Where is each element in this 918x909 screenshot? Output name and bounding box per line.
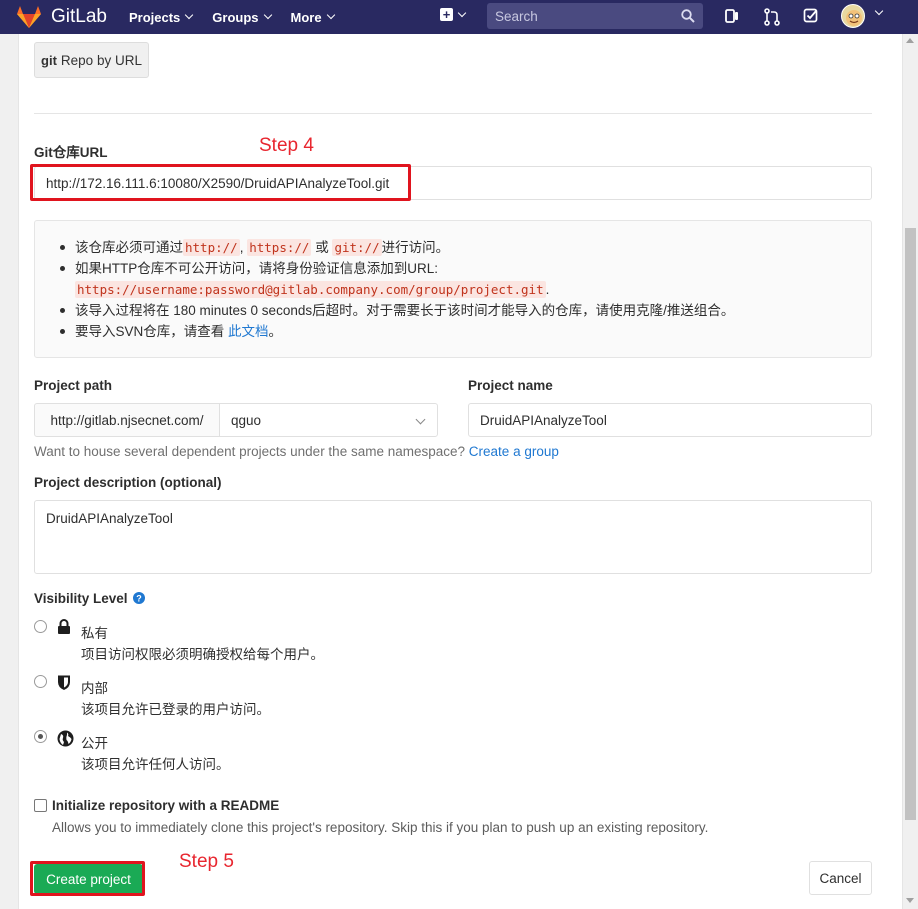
git-icon: git <box>41 52 57 68</box>
visibility-public-radio[interactable] <box>34 730 47 743</box>
git-url-label: Git仓库URL <box>34 145 108 160</box>
info-item-auth-url: https://username:password@gitlab.company… <box>75 281 550 298</box>
chevron-down-icon[interactable] <box>874 6 884 16</box>
chevron-down-icon <box>185 10 194 20</box>
info-item-protocols: 该仓库必须可通过 http://, https:// 或 git://进行访问。 <box>60 237 871 258</box>
namespace-value: qguo <box>231 412 262 428</box>
gitlab-home-link[interactable]: GitLab <box>16 5 107 29</box>
visibility-private-radio[interactable] <box>34 620 47 633</box>
nav-more-label: More <box>290 9 322 25</box>
nav-groups[interactable]: Groups <box>212 9 272 25</box>
merge-request-icon[interactable] <box>764 8 780 26</box>
gitlab-logo-icon <box>17 6 41 28</box>
nav-groups-label: Groups <box>212 9 259 25</box>
project-name-label: Project name <box>468 378 553 393</box>
plus-icon: + <box>440 8 453 21</box>
cancel-button[interactable]: Cancel <box>809 861 872 895</box>
info-item-timeout: 该导入过程将在 180 minutes 0 seconds后超时。对于需要长于该… <box>60 300 871 321</box>
description-label: Project description (optional) <box>34 475 222 490</box>
readme-checkbox[interactable] <box>34 799 47 812</box>
shield-icon <box>58 675 70 690</box>
visibility-internal-desc: 该项目允许已登录的用户访问。 <box>81 702 270 717</box>
avatar-face-icon <box>846 10 862 26</box>
namespace-help: Want to house several dependent projects… <box>34 444 559 459</box>
help-icon[interactable]: ? <box>133 592 146 604</box>
user-avatar[interactable] <box>841 4 865 28</box>
visibility-public-desc: 该项目允许任何人访问。 <box>81 757 230 772</box>
search-input[interactable]: Search <box>487 3 703 29</box>
step5-annotation: Step 5 <box>179 851 234 872</box>
section-divider <box>34 113 872 114</box>
chevron-down-icon <box>457 8 467 17</box>
nav-more[interactable]: More <box>290 9 335 25</box>
project-path-prefix: http://gitlab.njsecnet.com/ <box>34 403 220 437</box>
step4-highlight-box <box>30 164 411 201</box>
scroll-down-arrow-icon[interactable] <box>906 898 914 903</box>
namespace-select[interactable]: qguo <box>219 403 438 437</box>
lock-icon <box>58 619 70 634</box>
visibility-private-desc: 项目访问权限必须明确授权给每个用户。 <box>81 647 324 662</box>
todos-sidebar-icon[interactable] <box>724 8 740 24</box>
repo-by-url-label: Repo by URL <box>60 52 142 68</box>
visibility-label-text: Visibility Level <box>34 591 128 606</box>
chevron-down-icon <box>326 10 335 20</box>
scrollbar-thumb[interactable] <box>905 228 916 820</box>
import-info-box: 该仓库必须可通过 http://, https:// 或 git://进行访问。 … <box>34 220 872 358</box>
repo-by-url-button[interactable]: git Repo by URL <box>34 42 149 78</box>
create-group-link[interactable]: Create a group <box>469 444 559 459</box>
main-menu: Projects Groups More <box>129 10 354 25</box>
project-name-value: DruidAPIAnalyzeTool <box>480 412 607 428</box>
brand-name: GitLab <box>51 6 107 27</box>
visibility-internal-radio[interactable] <box>34 675 47 688</box>
step4-annotation: Step 4 <box>259 135 314 156</box>
nav-projects[interactable]: Projects <box>128 9 194 25</box>
namespace-help-text: Want to house several dependent projects… <box>34 444 466 459</box>
project-name-input[interactable]: DruidAPIAnalyzeTool <box>468 403 872 437</box>
visibility-level-label: Visibility Level ? <box>34 591 146 606</box>
svn-docs-link[interactable]: 此文档 <box>228 324 269 339</box>
info-item-svn: 要导入SVN仓库，请查看 此文档。 <box>60 321 871 342</box>
globe-icon <box>57 730 74 747</box>
visibility-public-title: 公开 <box>81 736 108 751</box>
search-icon <box>681 9 695 23</box>
chevron-down-icon <box>263 10 272 20</box>
chevron-down-icon <box>415 414 426 425</box>
project-path-label: Project path <box>34 378 113 393</box>
new-dropdown-button[interactable]: + <box>440 8 467 21</box>
svg-text:?: ? <box>137 594 143 604</box>
search-placeholder: Search <box>495 8 538 24</box>
scroll-up-arrow-icon[interactable] <box>906 38 914 43</box>
description-textarea[interactable]: DruidAPIAnalyzeTool <box>34 500 872 574</box>
visibility-private-title: 私有 <box>81 626 108 641</box>
info-item-auth: 如果HTTP仓库不可公开访问，请将身份验证信息添加到URL: <box>60 258 871 279</box>
readme-label: Initialize repository with a README <box>52 798 280 813</box>
todo-checkbox-icon[interactable] <box>803 8 819 24</box>
nav-projects-label: Projects <box>128 9 181 25</box>
step5-highlight-box <box>30 861 145 896</box>
readme-help: Allows you to immediately clone this pro… <box>52 820 709 835</box>
visibility-internal-title: 内部 <box>81 681 108 696</box>
top-navbar: GitLab Projects Groups More + Search <box>0 0 918 34</box>
